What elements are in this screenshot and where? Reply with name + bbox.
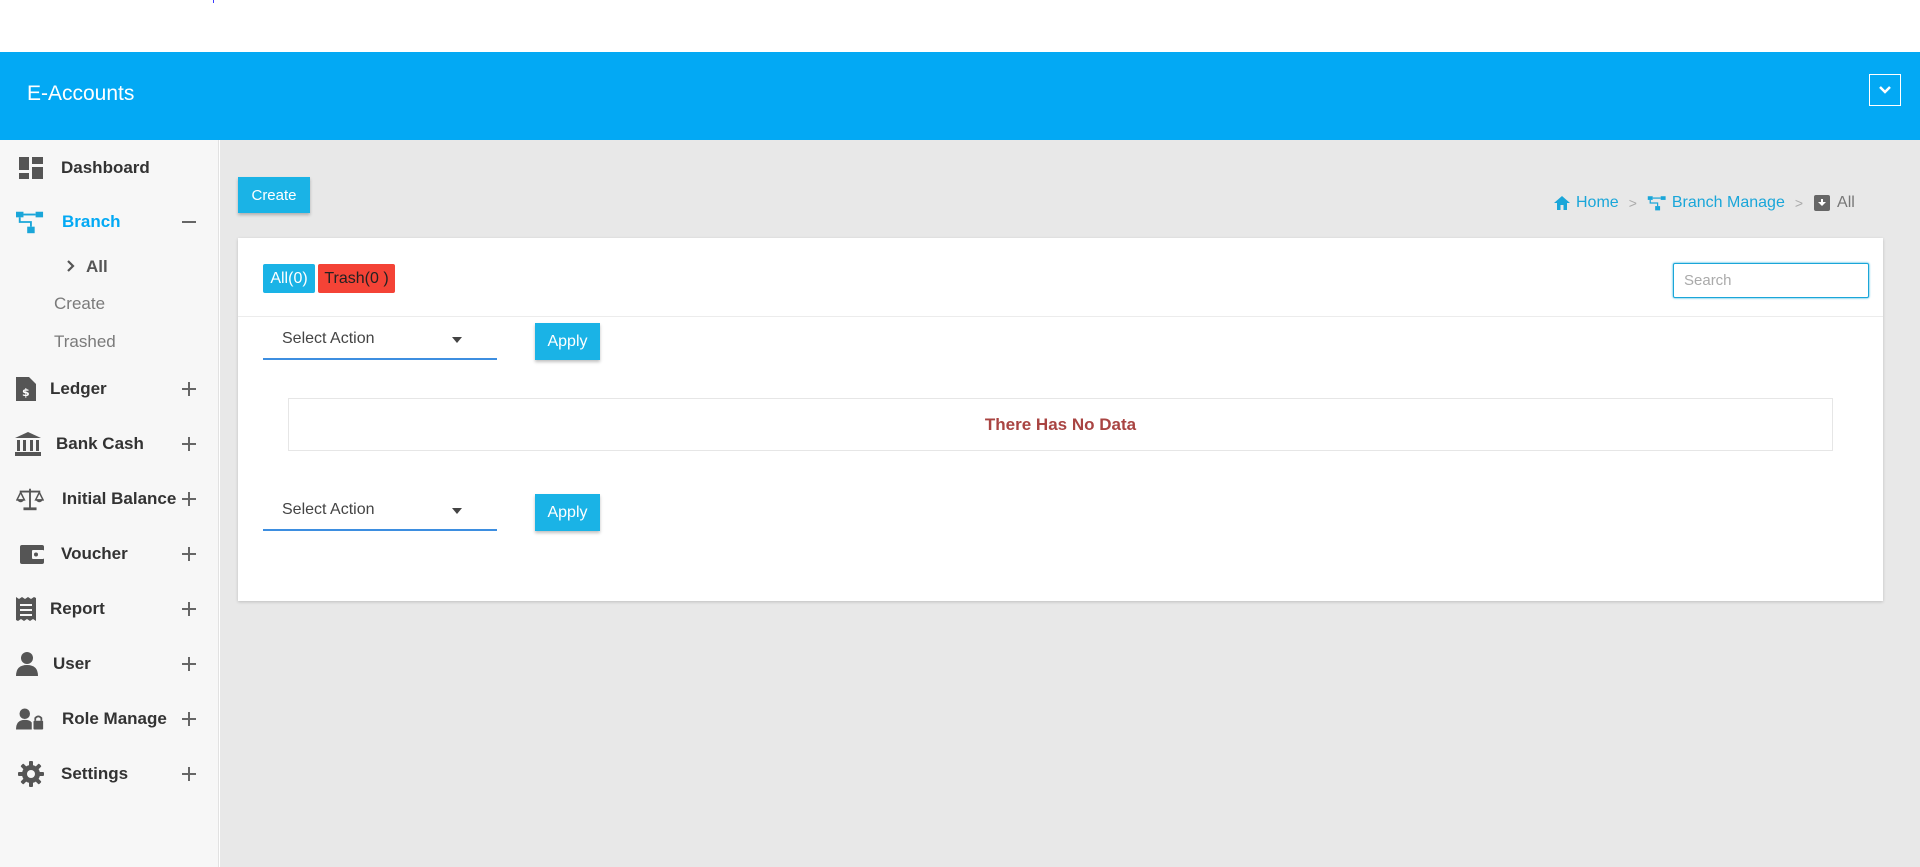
trash-filter-tag[interactable]: Trash(0 ): [318, 264, 395, 293]
select-action-dropdown-top[interactable]: Select Action: [263, 320, 497, 360]
sidebar-item-dashboard[interactable]: Dashboard: [0, 146, 219, 190]
plus-icon[interactable]: [181, 381, 197, 397]
ledger-icon: $: [12, 375, 40, 403]
breadcrumb-current-label: All: [1837, 194, 1855, 211]
sidebar-subitem-label: Trashed: [54, 332, 116, 351]
sidebar-item-label: Settings: [61, 764, 129, 783]
chevron-right-icon: [66, 259, 76, 278]
caret-down-icon: [452, 508, 462, 514]
branch-icon: [1647, 196, 1666, 211]
breadcrumb-branch-manage[interactable]: Branch Manage: [1647, 194, 1785, 212]
sidebar-subitem-all[interactable]: All: [0, 252, 219, 284]
plus-icon[interactable]: [181, 491, 197, 507]
top-strip: [0, 0, 1920, 52]
decorative-dot: [213, 0, 214, 3]
brand-title[interactable]: E-Accounts: [27, 82, 134, 106]
plus-icon[interactable]: [181, 436, 197, 452]
branch-icon: [16, 208, 44, 236]
archive-icon: [1814, 195, 1831, 211]
plus-icon[interactable]: [181, 601, 197, 617]
breadcrumb: Home > Branch Manage > All: [1553, 192, 1855, 214]
sidebar-subitem-label: All: [86, 257, 108, 276]
breadcrumb-current: All: [1813, 194, 1855, 212]
breadcrumb-section-label: Branch Manage: [1671, 194, 1785, 211]
sidebar-item-label: Initial Balance: [62, 489, 177, 508]
report-icon: [12, 595, 40, 623]
sidebar-item-settings[interactable]: Settings: [0, 752, 219, 796]
chevron-down-icon: [1879, 86, 1891, 94]
breadcrumb-home-label: Home: [1576, 194, 1619, 211]
select-action-value: Select Action: [282, 330, 375, 347]
user-icon: [13, 650, 41, 678]
header-dropdown-toggle[interactable]: [1869, 74, 1901, 106]
user-lock-icon: [16, 705, 44, 733]
branch-list-card: All(0) Trash(0 ) Select Action Apply The…: [238, 238, 1883, 601]
sidebar-item-initial-balance[interactable]: Initial Balance: [0, 477, 219, 521]
sidebar-item-label: Bank Cash: [56, 434, 144, 453]
sidebar-item-label: Voucher: [61, 544, 128, 563]
sidebar-item-voucher[interactable]: Voucher: [0, 532, 219, 576]
dashboard-icon: [17, 154, 45, 182]
sidebar-item-role-manage[interactable]: Role Manage: [0, 697, 219, 741]
minus-icon[interactable]: [181, 214, 197, 230]
sidebar-item-bank-cash[interactable]: Bank Cash: [0, 422, 219, 466]
sidebar-item-report[interactable]: Report: [0, 587, 219, 631]
sidebar-item-label: Role Manage: [62, 709, 167, 728]
plus-icon[interactable]: [181, 656, 197, 672]
sidebar-item-label: Report: [50, 599, 105, 618]
plus-icon[interactable]: [181, 546, 197, 562]
wallet-icon: [18, 540, 46, 568]
apply-button-top[interactable]: Apply: [535, 323, 600, 360]
sidebar-item-label: Ledger: [50, 379, 107, 398]
gear-icon: [17, 760, 45, 788]
card-divider: [238, 316, 1883, 317]
no-data-message: There Has No Data: [288, 398, 1833, 451]
select-action-dropdown-bottom[interactable]: Select Action: [263, 491, 497, 531]
sidebar-subitem-label: Create: [54, 294, 106, 313]
plus-icon[interactable]: [181, 766, 197, 782]
sidebar-item-label: Dashboard: [61, 158, 150, 177]
apply-button-bottom[interactable]: Apply: [535, 494, 600, 531]
home-icon: [1554, 196, 1570, 210]
search-input[interactable]: [1673, 263, 1869, 298]
sidebar-item-label: Branch: [62, 212, 121, 231]
sidebar-item-user[interactable]: User: [0, 642, 219, 686]
breadcrumb-home[interactable]: Home: [1553, 194, 1619, 212]
sidebar-item-ledger[interactable]: $ Ledger: [0, 367, 219, 411]
app-header: E-Accounts: [0, 52, 1920, 140]
breadcrumb-separator: >: [1628, 195, 1637, 211]
bank-icon: [14, 430, 42, 458]
sidebar-subitem-create[interactable]: Create: [0, 289, 219, 321]
select-action-value: Select Action: [282, 501, 375, 518]
create-button[interactable]: Create: [238, 177, 310, 213]
sidebar-subitem-trashed[interactable]: Trashed: [0, 327, 219, 359]
balance-scale-icon: [16, 485, 44, 513]
sidebar-item-label: User: [53, 654, 91, 673]
svg-text:$: $: [22, 386, 30, 399]
plus-icon[interactable]: [181, 711, 197, 727]
sidebar-item-branch[interactable]: Branch: [0, 200, 219, 244]
caret-down-icon: [452, 337, 462, 343]
all-filter-tag[interactable]: All(0): [263, 264, 315, 293]
breadcrumb-separator: >: [1794, 195, 1804, 211]
